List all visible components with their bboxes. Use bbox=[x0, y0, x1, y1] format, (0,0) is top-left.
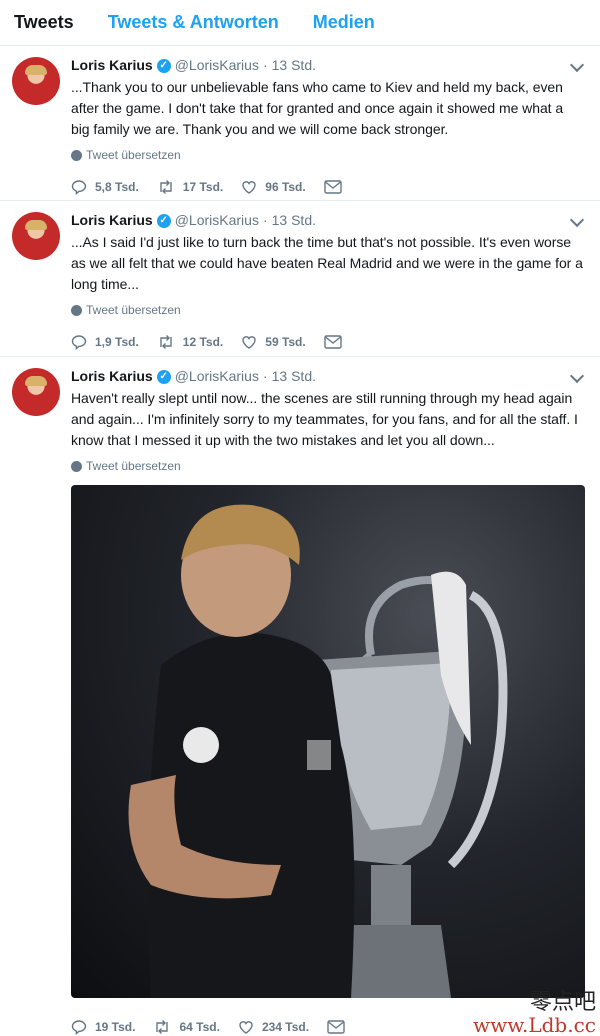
avatar[interactable] bbox=[12, 368, 60, 416]
translate-link[interactable]: Tweet übersetzen bbox=[71, 303, 584, 317]
envelope-icon bbox=[324, 335, 342, 349]
direct-message-button[interactable] bbox=[324, 335, 342, 349]
globe-icon bbox=[71, 149, 82, 161]
tweet[interactable]: Loris Karius ✓ @LorisKarius · 13 Std. ..… bbox=[0, 46, 600, 201]
translate-label: Tweet übersetzen bbox=[86, 459, 181, 473]
reply-button[interactable]: 1,9 Tsd. bbox=[71, 334, 139, 350]
direct-message-button[interactable] bbox=[327, 1020, 345, 1034]
watermark-chinese: 零点吧 bbox=[529, 990, 596, 1015]
separator: · bbox=[262, 212, 268, 228]
photo-illustration bbox=[128, 504, 508, 998]
author-handle[interactable]: @LorisKarius bbox=[175, 367, 259, 386]
retweet-button[interactable]: 12 Tsd. bbox=[157, 334, 223, 350]
avatar[interactable] bbox=[12, 57, 60, 105]
translate-label: Tweet übersetzen bbox=[86, 303, 181, 317]
separator: · bbox=[262, 57, 268, 73]
author-handle[interactable]: @LorisKarius bbox=[175, 211, 259, 230]
timestamp[interactable]: 13 Std. bbox=[272, 56, 316, 75]
verified-badge-icon: ✓ bbox=[156, 369, 171, 384]
avatar[interactable] bbox=[12, 212, 60, 260]
like-count: 96 Tsd. bbox=[265, 180, 306, 194]
author-name[interactable]: Loris Karius bbox=[71, 367, 153, 386]
retweet-count: 12 Tsd. bbox=[182, 335, 224, 349]
heart-icon bbox=[238, 1019, 254, 1035]
translate-link[interactable]: Tweet übersetzen bbox=[71, 459, 584, 473]
heart-icon bbox=[241, 179, 257, 195]
timestamp[interactable]: 13 Std. bbox=[272, 367, 316, 386]
like-count: 234 Tsd. bbox=[261, 1020, 310, 1034]
translate-link[interactable]: Tweet übersetzen bbox=[71, 148, 584, 162]
tweet-header: Loris Karius ✓ @LorisKarius · 13 Std. bbox=[71, 367, 584, 386]
reply-count: 1,9 Tsd. bbox=[95, 335, 139, 349]
like-button[interactable]: 59 Tsd. bbox=[241, 334, 306, 350]
verified-badge-icon: ✓ bbox=[156, 58, 171, 73]
envelope-icon bbox=[324, 180, 342, 194]
retweet-button[interactable]: 64 Tsd. bbox=[153, 1019, 220, 1035]
player-silhouette bbox=[128, 504, 355, 998]
profile-tabs: Tweets Tweets & Antworten Medien bbox=[0, 0, 600, 46]
retweet-count: 17 Tsd. bbox=[182, 180, 224, 194]
tab-media[interactable]: Medien bbox=[313, 12, 375, 33]
tweet-text: ...Thank you to our unbelievable fans wh… bbox=[71, 79, 564, 137]
watermark: 零点吧 www.Ldb.cc bbox=[473, 992, 596, 1036]
like-count: 59 Tsd. bbox=[265, 335, 306, 349]
retweet-count: 64 Tsd. bbox=[179, 1020, 220, 1034]
tweet-header: Loris Karius ✓ @LorisKarius · 13 Std. bbox=[71, 56, 584, 75]
like-button[interactable]: 96 Tsd. bbox=[241, 179, 306, 195]
globe-icon bbox=[71, 460, 82, 472]
tweet[interactable]: Loris Karius ✓ @LorisKarius · 13 Std. Ha… bbox=[0, 357, 600, 1036]
retweet-button[interactable]: 17 Tsd. bbox=[157, 179, 223, 195]
timestamp[interactable]: 13 Std. bbox=[272, 211, 316, 230]
direct-message-button[interactable] bbox=[324, 180, 342, 194]
reply-icon bbox=[71, 1019, 87, 1035]
author-name[interactable]: Loris Karius bbox=[71, 56, 153, 75]
tab-tweets[interactable]: Tweets bbox=[14, 12, 74, 33]
translate-label: Tweet übersetzen bbox=[86, 148, 181, 162]
separator: · bbox=[262, 368, 268, 384]
heart-icon bbox=[241, 334, 257, 350]
reply-button[interactable]: 5,8 Tsd. bbox=[71, 179, 139, 195]
reply-button[interactable]: 19 Tsd. bbox=[71, 1019, 135, 1035]
author-name[interactable]: Loris Karius bbox=[71, 211, 153, 230]
tweet-header: Loris Karius ✓ @LorisKarius · 13 Std. bbox=[71, 211, 584, 230]
tab-tweets-and-replies[interactable]: Tweets & Antworten bbox=[108, 12, 279, 33]
retweet-icon bbox=[157, 179, 175, 195]
tweet-text: Haven't really slept until now... the sc… bbox=[71, 390, 578, 448]
reply-count: 5,8 Tsd. bbox=[95, 180, 139, 194]
globe-icon bbox=[71, 304, 82, 316]
reply-count: 19 Tsd. bbox=[95, 1020, 136, 1034]
tweet-text: ...As I said I'd just like to turn back … bbox=[71, 234, 583, 292]
author-handle[interactable]: @LorisKarius bbox=[175, 56, 259, 75]
retweet-icon bbox=[153, 1019, 171, 1035]
envelope-icon bbox=[327, 1020, 345, 1034]
tweet-photo[interactable] bbox=[71, 485, 585, 998]
like-button[interactable]: 234 Tsd. bbox=[238, 1019, 309, 1035]
retweet-icon bbox=[157, 334, 175, 350]
reply-icon bbox=[71, 179, 87, 195]
verified-badge-icon: ✓ bbox=[156, 213, 171, 228]
watermark-url: www.Ldb.cc bbox=[473, 1013, 596, 1036]
tweet[interactable]: Loris Karius ✓ @LorisKarius · 13 Std. ..… bbox=[0, 201, 600, 357]
reply-icon bbox=[71, 334, 87, 350]
